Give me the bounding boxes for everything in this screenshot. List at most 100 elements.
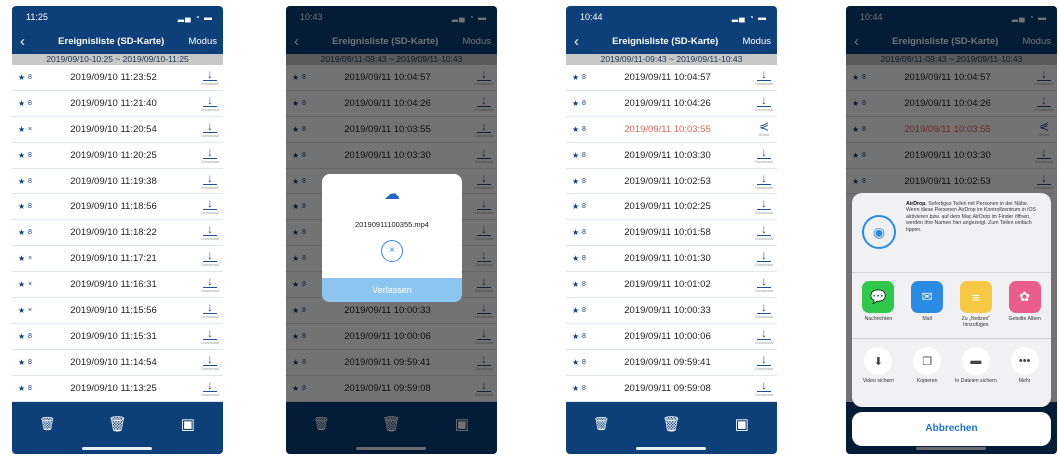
delete-all-icon[interactable]: 🗑 (102, 409, 132, 439)
event-row[interactable]: ★ 8 2019/09/10 11:18:56 ↓ Download (12, 194, 223, 221)
event-row[interactable]: ★8 2019/09/11 10:03:30 ↓Download (566, 143, 777, 169)
star-icon[interactable]: ★ (12, 99, 28, 108)
mode-button[interactable]: Modus (742, 36, 771, 47)
share-action-3[interactable]: ••• Mehr (1004, 347, 1046, 405)
event-row[interactable]: ★ 8 2019/09/11 10:01:58 ↓ Download (566, 220, 777, 247)
download-button[interactable]: ↓Download (197, 324, 223, 348)
event-row[interactable]: ★ 8 2019/09/10 11:19:38 ↓ Download (12, 169, 223, 195)
mode-button[interactable]: Modus (188, 36, 217, 47)
download-button[interactable]: ↓Download (751, 221, 777, 245)
download-button[interactable]: ↓Download (751, 298, 777, 322)
star-icon[interactable]: ★ (566, 332, 582, 341)
star-icon[interactable]: ★ (12, 73, 28, 82)
download-button[interactable]: ↓Download (751, 65, 777, 89)
calendar-search-icon[interactable]: ▣ (727, 409, 757, 439)
download-button[interactable]: ↓Download (751, 195, 777, 219)
star-icon[interactable]: ★ (12, 177, 28, 186)
star-icon[interactable]: ★ (566, 73, 582, 82)
star-icon[interactable]: ★ (566, 358, 582, 367)
download-button[interactable]: ↓Download (751, 324, 777, 348)
star-icon[interactable]: ★ (12, 125, 28, 134)
event-row[interactable]: ★ 8 2019/09/11 10:02:25 ↓ Download (566, 194, 777, 221)
download-button[interactable]: ↓Download (751, 91, 777, 115)
download-button[interactable]: ↓Download (197, 298, 223, 322)
star-icon[interactable]: ★ (566, 254, 582, 263)
share-app-0[interactable]: 💬 Nachrichten (857, 281, 899, 338)
download-button[interactable]: ↓Download (751, 143, 777, 167)
download-button[interactable]: ↓Download (751, 350, 777, 374)
event-row[interactable]: ★ × 2019/09/10 11:20:54 ↓ Download (12, 117, 223, 143)
delete-all-icon[interactable]: 🗑 (656, 409, 686, 439)
star-icon[interactable]: ★ (566, 384, 582, 393)
star-icon[interactable]: ★ (12, 306, 28, 315)
star-icon[interactable]: ★ (12, 202, 28, 211)
star-icon[interactable]: ★ (566, 280, 582, 289)
delete-marked-icon[interactable]: 🗑 (586, 409, 616, 439)
event-row[interactable]: ★8 2019/09/11 09:59:41 ↓Download (566, 350, 777, 376)
event-row[interactable]: ★8 2019/09/11 10:04:57 ↓Download (566, 65, 777, 91)
event-row[interactable]: ★ 8 2019/09/10 11:14:54 ↓ Download (12, 350, 223, 376)
event-row[interactable]: ★ × 2019/09/10 11:17:21 ↓ Download (12, 246, 223, 273)
download-button[interactable]: ↓Download (751, 273, 777, 297)
download-button[interactable]: ↓Download (751, 169, 777, 193)
cancel-button[interactable]: Abbrechen (852, 412, 1051, 446)
star-icon[interactable]: ★ (566, 125, 582, 134)
delete-marked-icon[interactable]: 🗑 (32, 409, 62, 439)
star-icon[interactable]: ★ (566, 177, 582, 186)
download-button[interactable]: ↓Download (751, 247, 777, 271)
leave-button[interactable]: Verlassen (322, 278, 462, 302)
star-icon[interactable]: ★ (12, 384, 28, 393)
star-icon[interactable]: ★ (12, 151, 28, 160)
star-icon[interactable]: ★ (12, 228, 28, 237)
event-row[interactable]: ★8 2019/09/11 10:00:33 ↓Download (566, 298, 777, 324)
share-action-1[interactable]: ❐ Kopieren (906, 347, 948, 405)
download-button[interactable]: ↓Download (197, 117, 223, 141)
event-row[interactable]: ★ 8 2019/09/11 10:01:30 ↓ Download (566, 246, 777, 273)
download-button[interactable]: ↓Download (197, 143, 223, 167)
airdrop-section[interactable]: ◉ AirDrop. Sofortiges Teilen mit Personen… (852, 193, 1051, 273)
download-button[interactable]: ↓Download (751, 376, 777, 400)
event-row[interactable]: ★8 2019/09/11 10:03:55 ⋞Share (566, 117, 777, 143)
share-action-2[interactable]: ▬ In Dateien sichern (955, 347, 997, 405)
back-chevron-icon[interactable]: ‹ (20, 33, 34, 50)
event-row[interactable]: ★ 8 2019/09/10 11:15:31 ↓ Download (12, 324, 223, 350)
download-button[interactable]: ↓Download (197, 65, 223, 89)
download-button[interactable]: ↓Download (197, 273, 223, 297)
download-button[interactable]: ↓Download (197, 221, 223, 245)
star-icon[interactable]: ★ (12, 332, 28, 341)
download-button[interactable]: ↓Download (197, 350, 223, 374)
event-row[interactable]: ★ × 2019/09/10 11:16:31 ↓ Download (12, 272, 223, 299)
event-row[interactable]: ★ 8 2019/09/10 11:18:22 ↓ Download (12, 220, 223, 247)
back-chevron-icon[interactable]: ‹ (574, 33, 588, 50)
star-icon[interactable]: ★ (566, 202, 582, 211)
star-icon[interactable]: ★ (12, 280, 28, 289)
event-row[interactable]: ★ 8 2019/09/11 10:01:02 ↓ Download (566, 272, 777, 299)
event-row[interactable]: ★8 2019/09/11 10:02:53 ↓Download (566, 169, 777, 195)
star-icon[interactable]: ★ (566, 228, 582, 237)
share-button[interactable]: ⋞Share (751, 117, 777, 141)
event-row[interactable]: ★ 8 2019/09/10 11:13:25 ↓ Download (12, 376, 223, 402)
event-row[interactable]: ★8 2019/09/11 09:59:08 ↓Download (566, 376, 777, 402)
event-row[interactable]: ★ 8 2019/09/10 11:23:52 ↓ Download (12, 65, 223, 91)
event-row[interactable]: ★ × 2019/09/10 11:15:56 ↓ Download (12, 298, 223, 324)
star-icon[interactable]: ★ (566, 306, 582, 315)
event-row[interactable]: ★ 8 2019/09/10 11:21:40 ↓ Download (12, 91, 223, 117)
event-row[interactable]: ★8 2019/09/11 10:00:06 ↓Download (566, 324, 777, 350)
share-app-1[interactable]: ✉ Mail (906, 281, 948, 338)
star-icon[interactable]: ★ (12, 358, 28, 367)
cancel-download-button[interactable]: × (381, 240, 403, 262)
calendar-search-icon[interactable]: ▣ (173, 409, 203, 439)
share-action-0[interactable]: ⬇ Video sichern (857, 347, 899, 405)
share-app-3[interactable]: ✿ Geteilte Alben (1004, 281, 1046, 338)
star-icon[interactable]: ★ (566, 151, 582, 160)
share-app-2[interactable]: ≡ Zu „Notizen“ hinzufügen (955, 281, 997, 338)
download-button[interactable]: ↓Download (197, 195, 223, 219)
download-button[interactable]: ↓Download (197, 376, 223, 400)
download-button[interactable]: ↓Download (197, 169, 223, 193)
event-row[interactable]: ★ 8 2019/09/10 11:20:25 ↓ Download (12, 143, 223, 169)
event-row[interactable]: ★8 2019/09/11 10:04:26 ↓Download (566, 91, 777, 117)
download-button[interactable]: ↓Download (197, 247, 223, 271)
star-icon[interactable]: ★ (566, 99, 582, 108)
star-icon[interactable]: ★ (12, 254, 28, 263)
download-button[interactable]: ↓Download (197, 91, 223, 115)
